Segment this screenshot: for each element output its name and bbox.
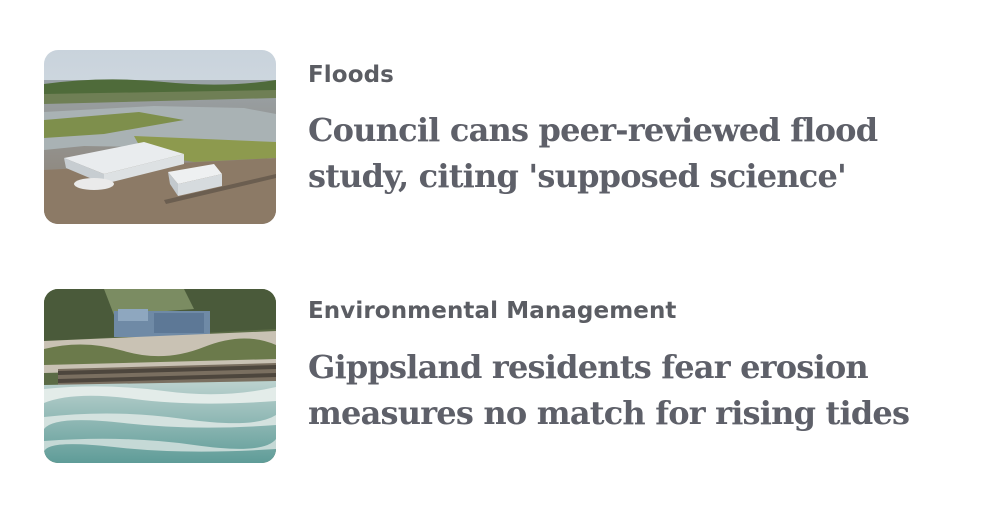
story-headline[interactable]: Council cans peer-reviewed flood study, … [308,107,928,199]
story-thumbnail[interactable] [44,289,276,463]
story-thumbnail[interactable] [44,50,276,224]
story-category[interactable]: Environmental Management [308,298,677,324]
flooded-house-photo-icon [44,50,276,224]
story-headline[interactable]: Gippsland residents fear erosion measure… [308,344,928,436]
story-category[interactable]: Floods [308,62,394,88]
coastal-erosion-photo-icon [44,289,276,463]
story-card[interactable]: Floods Council cans peer-reviewed flood … [44,50,944,224]
story-card[interactable]: Environmental Management Gippsland resid… [44,289,944,463]
